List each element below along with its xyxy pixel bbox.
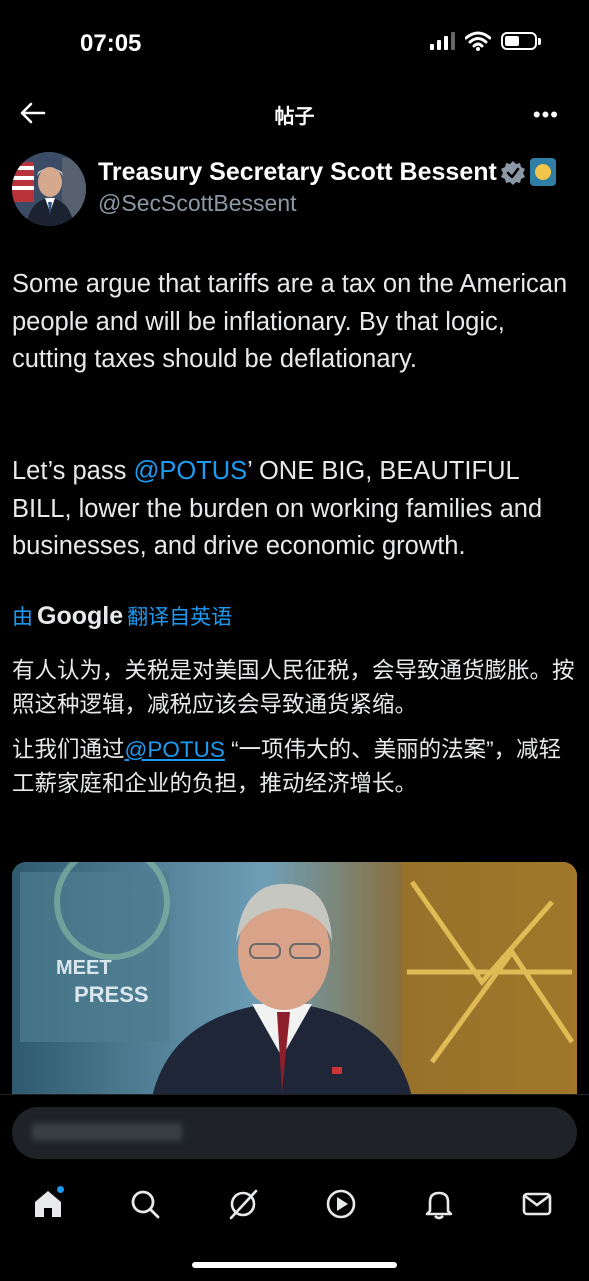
- messages-icon[interactable]: [520, 1187, 554, 1221]
- treasury-seal-icon: [530, 158, 556, 186]
- status-time: 07:05: [80, 30, 142, 57]
- verified-badge-icon: [501, 161, 525, 185]
- google-logo: Google: [37, 602, 124, 630]
- text-segment: Let’s pass: [12, 457, 134, 485]
- wifi-icon: [465, 31, 491, 51]
- status-icons: [430, 31, 541, 51]
- post-text-paragraph-1: Some argue that tariffs are a tax on the…: [12, 270, 568, 373]
- translated-paragraph-2: 让我们通过@POTUS “一项伟大的、美丽的法案”，减轻工薪家庭和企业的负担，推…: [12, 733, 577, 801]
- home-indicator[interactable]: [192, 1262, 397, 1268]
- bottom-nav: [0, 1179, 589, 1229]
- meet-the-press-watermark: MEET: [56, 957, 112, 979]
- page-title: 帖子: [274, 106, 315, 128]
- author-name[interactable]: Treasury Secretary Scott Bessent: [98, 158, 497, 187]
- battery-icon: [501, 32, 541, 50]
- text-segment: 让我们通过: [12, 737, 125, 762]
- translated-by-label[interactable]: 由 Google 翻译自英语: [12, 601, 232, 631]
- reply-input[interactable]: [12, 1107, 577, 1159]
- video-icon[interactable]: [324, 1187, 358, 1221]
- svg-text:PRESS: PRESS: [74, 982, 149, 1007]
- author-handle[interactable]: @SecScottBessent: [98, 190, 297, 217]
- notifications-icon[interactable]: [422, 1187, 456, 1221]
- mention-link[interactable]: @POTUS: [125, 737, 225, 762]
- grok-icon[interactable]: [226, 1187, 260, 1221]
- translated-paragraph-1: 有人认为，关税是对美国人民征税，会导致通货膨胀。按照这种逻辑，减税应该会导致通货…: [12, 658, 575, 717]
- more-options-icon[interactable]: •••: [533, 102, 559, 128]
- mention-link[interactable]: @POTUS: [133, 457, 247, 485]
- home-notification-dot: [57, 1186, 64, 1193]
- post-text-paragraph-2: Let’s pass @POTUS’ ONE BIG, BEAUTIFUL BI…: [12, 453, 577, 566]
- search-icon[interactable]: [128, 1187, 162, 1221]
- status-bar: 07:05: [0, 0, 589, 88]
- top-bar: 帖子 •••: [0, 88, 589, 140]
- avatar[interactable]: [12, 152, 86, 226]
- translated-from-label: 翻译自英语: [127, 606, 233, 629]
- post-video-thumbnail[interactable]: MEET PRESS: [12, 862, 577, 1097]
- bottom-area: [0, 1094, 589, 1281]
- translated-by-prefix: 由: [12, 606, 33, 629]
- cellular-signal-icon: [430, 32, 455, 50]
